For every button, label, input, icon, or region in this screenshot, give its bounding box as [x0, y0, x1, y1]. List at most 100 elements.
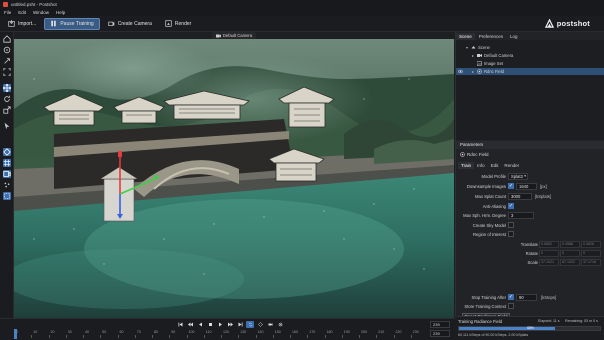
anti-aliasing-row: Anti-Aliasing ✓	[456, 203, 604, 210]
timeline-tick-mark	[48, 335, 50, 338]
orbit-icon	[3, 46, 11, 54]
menu-window[interactable]: Window	[33, 10, 49, 15]
expand-arrow-icon[interactable]: ▾	[466, 44, 468, 51]
timeline-tick-label: 220	[395, 330, 402, 334]
keyframe-button[interactable]	[256, 321, 264, 328]
translate-y-input[interactable]: 0.4988	[560, 241, 580, 248]
3d-viewport[interactable]	[14, 39, 454, 318]
downsample-checkbox[interactable]: ✓	[508, 183, 514, 189]
camera-icon	[477, 54, 482, 57]
move-icon	[3, 84, 11, 92]
play-button[interactable]	[216, 321, 224, 328]
tab-scene[interactable]: Scene	[456, 33, 475, 40]
translate-row: Translate 0.0652 0.4988 0.0626	[456, 241, 604, 248]
timeline-tick-mark	[272, 335, 274, 338]
timeline-settings-button[interactable]	[276, 321, 284, 328]
import-button[interactable]: Import...	[3, 18, 41, 30]
roi-checkbox[interactable]	[508, 231, 514, 237]
rotate-tool[interactable]	[3, 95, 11, 103]
play-reverse-button[interactable]	[196, 321, 204, 328]
timeline-playhead[interactable]	[14, 329, 17, 339]
expand-arrow-icon[interactable]: ▸	[472, 52, 474, 59]
fly-tool[interactable]	[3, 57, 11, 65]
timeline-ruler[interactable]: 0 10 20 30 40 50 60 70 80 90 100 110 120 130 140 150 160…	[14, 330, 428, 338]
timeline-tick-label: 20	[50, 330, 55, 334]
create-camera-button[interactable]: Create Camera	[103, 18, 157, 30]
tree-item-default-camera[interactable]: ▸ Default Camera	[456, 52, 604, 59]
viewport-camera-tab[interactable]: Default Camera	[212, 32, 256, 39]
focus-tool[interactable]	[3, 68, 11, 76]
stop-after-input[interactable]: 90	[516, 294, 537, 301]
select-tool[interactable]	[3, 122, 11, 130]
scale-x-input[interactable]: 37.1021	[539, 259, 559, 266]
stop-after-row: Stop Training After ✓ 90 [kSteps]	[456, 294, 604, 301]
max-sph-input[interactable]: 3	[508, 212, 534, 219]
menu-file[interactable]: File	[4, 10, 11, 15]
camera-path-button[interactable]	[266, 321, 274, 328]
view-bounds-tool[interactable]	[3, 192, 11, 200]
loop-button[interactable]	[246, 321, 254, 328]
tab-render[interactable]: Render	[501, 162, 522, 169]
timeline-tick-mark	[238, 335, 240, 338]
step-forward-button[interactable]	[226, 321, 234, 328]
move-tool[interactable]	[3, 84, 11, 92]
tree-label: Default Camera	[484, 53, 514, 58]
create-sky-checkbox[interactable]	[508, 222, 514, 228]
keyframe-icon	[257, 322, 263, 327]
timeline-tick-mark	[290, 335, 291, 338]
brand-name: postshot	[556, 19, 590, 28]
scale-tool[interactable]	[3, 106, 11, 114]
tree-label: Scene	[478, 45, 490, 50]
render-button[interactable]: Render	[160, 18, 196, 30]
stop-after-checkbox[interactable]: ✓	[508, 294, 514, 300]
tab-preferences[interactable]: Preferences	[476, 33, 506, 40]
tree-item-image-set[interactable]: Image Set	[456, 60, 604, 67]
timeline-tick-label: 100	[188, 330, 195, 334]
tree-item-scene[interactable]: ▾ Scene	[456, 44, 604, 51]
end-frame-input[interactable]: 239	[430, 330, 450, 337]
tree-item-rdnc-field[interactable]: ▸ Rdnc Field	[456, 68, 604, 75]
pause-training-button[interactable]: Pause Training	[44, 17, 100, 30]
home-tool[interactable]	[3, 35, 11, 43]
tab-info[interactable]: Info	[474, 162, 488, 169]
stop-button[interactable]	[206, 321, 214, 328]
view-points-tool[interactable]	[3, 181, 11, 189]
tab-log[interactable]: Log	[507, 33, 521, 40]
scale-y-input[interactable]: 67.1022	[560, 259, 580, 266]
expand-arrow-icon[interactable]: ▸	[472, 68, 474, 75]
anti-aliasing-checkbox[interactable]: ✓	[508, 203, 514, 209]
eye-icon[interactable]	[458, 69, 463, 74]
view-grid-tool[interactable]	[3, 159, 11, 167]
orbit-tool[interactable]	[3, 46, 11, 54]
downsample-input[interactable]: 1640	[516, 183, 537, 190]
tab-edit[interactable]: Edit	[488, 162, 502, 169]
step-back-button[interactable]	[186, 321, 194, 328]
timeline-tick-mark	[393, 335, 395, 338]
model-profile-select[interactable]: Splat3 ▾	[508, 173, 528, 180]
timeline-tick-mark	[410, 335, 412, 338]
store-context-checkbox[interactable]	[508, 303, 514, 309]
rotate-z-input[interactable]: 0	[581, 250, 601, 257]
max-splat-input[interactable]: 3000	[508, 193, 532, 200]
timeline-tick-mark	[255, 335, 257, 338]
skip-start-button[interactable]	[176, 321, 184, 328]
tab-train[interactable]: Train	[458, 162, 475, 169]
max-splat-unit: [kSplats]	[535, 194, 552, 199]
translate-x-input[interactable]: 0.0652	[539, 241, 559, 248]
menu-edit[interactable]: Edit	[18, 10, 26, 15]
current-frame-input[interactable]: 239	[430, 321, 450, 328]
viewport-camera-name: Default Camera	[222, 33, 253, 38]
translate-z-input[interactable]: 0.0626	[581, 241, 601, 248]
parameters-object: Rdnc Field	[460, 152, 489, 157]
scale-z-input[interactable]: 37.1718	[581, 259, 601, 266]
view-splats-tool[interactable]	[3, 148, 11, 156]
parameter-tabs: Train Info Edit Render	[458, 162, 522, 169]
model-profile-value: Splat3	[511, 174, 523, 179]
rotate-x-input[interactable]: 0	[539, 250, 559, 257]
rotate-label: Rotate	[525, 251, 538, 256]
rotate-y-input[interactable]: 0	[560, 250, 580, 257]
scene-icon	[471, 46, 476, 49]
menu-help[interactable]: Help	[56, 10, 65, 15]
skip-end-button[interactable]	[236, 321, 244, 328]
view-cameras-tool[interactable]	[3, 170, 11, 178]
